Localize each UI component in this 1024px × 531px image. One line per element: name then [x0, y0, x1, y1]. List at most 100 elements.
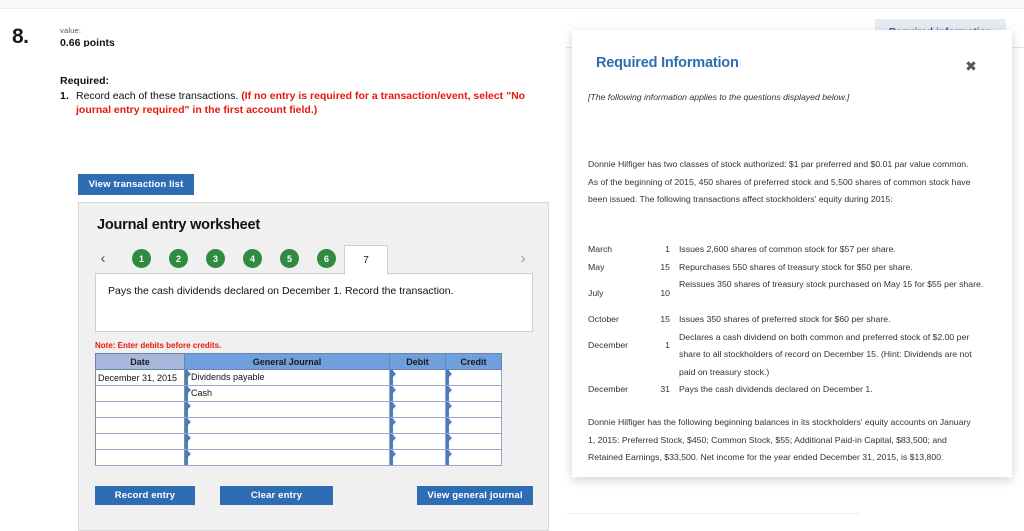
required-heading: Required: [60, 75, 110, 87]
transaction-list: March 1 Issues 2,600 shares of common st… [588, 241, 988, 399]
modal-intro-text: [The following information applies to th… [588, 92, 850, 102]
transaction-description: Reissues 350 shares of treasury stock pu… [679, 279, 984, 289]
list-item: December 1 Declares a cash dividend on b… [588, 329, 988, 382]
cell-credit-6[interactable] [445, 449, 502, 466]
cell-debit-1[interactable] [389, 369, 446, 386]
table-row [95, 433, 502, 450]
view-transaction-list-button[interactable]: View transaction list [78, 174, 194, 195]
cell-caret-icon [185, 402, 191, 417]
cell-credit-2[interactable] [445, 385, 502, 402]
pager-page-3[interactable]: 3 [206, 249, 225, 268]
cell-caret-icon [390, 370, 396, 385]
transaction-description-text: Pays the cash dividends declared on Dece… [108, 285, 454, 297]
transaction-description-box: Pays the cash dividends declared on Dece… [95, 273, 533, 332]
cell-caret-icon [446, 402, 452, 417]
journal-entry-table: Date General Journal Debit Credit Decemb… [95, 353, 502, 466]
table-row: December 31, 2015 Dividends payable [95, 369, 502, 386]
table-header-row: Date General Journal Debit Credit [95, 353, 502, 370]
transaction-month: December [588, 384, 629, 394]
transaction-month: December [588, 340, 629, 351]
cell-caret-icon [390, 434, 396, 449]
cell-caret-icon [390, 450, 396, 465]
transaction-description: Repurchases 550 shares of treasury stock… [679, 261, 913, 272]
list-item: October 15 Issues 350 shares of preferre… [588, 311, 988, 329]
worksheet-pager: ‹ 1 2 3 4 5 6 7 › [95, 245, 533, 275]
transaction-day: 31 [660, 384, 670, 394]
cell-date-5[interactable] [95, 433, 185, 450]
transaction-description: Pays the cash dividends declared on Dece… [679, 384, 873, 394]
column-header-general-journal: General Journal [184, 353, 390, 370]
cell-debit-5[interactable] [389, 433, 446, 450]
clear-entry-button[interactable]: Clear entry [220, 486, 333, 505]
cell-debit-2[interactable] [389, 385, 446, 402]
pager-page-7-active[interactable]: 7 [344, 245, 388, 275]
cell-account-1[interactable]: Dividends payable [184, 369, 390, 386]
cell-date-4[interactable] [95, 417, 185, 434]
pager-page-6[interactable]: 6 [317, 249, 336, 268]
cell-debit-6[interactable] [389, 449, 446, 466]
cell-account-2[interactable]: Cash [184, 385, 390, 402]
value-label: value: [60, 26, 82, 35]
cell-caret-icon [185, 434, 191, 449]
cell-account-3[interactable] [184, 401, 390, 418]
pager-page-5[interactable]: 5 [280, 249, 299, 268]
cell-date-6[interactable] [95, 449, 185, 466]
cell-caret-icon [185, 450, 191, 465]
journal-entry-worksheet-card: Journal entry worksheet ‹ 1 2 3 4 5 6 7 … [78, 202, 549, 531]
cell-credit-1[interactable] [445, 369, 502, 386]
table-row: Cash [95, 385, 502, 402]
column-header-debit: Debit [389, 353, 446, 370]
cell-debit-4[interactable] [389, 417, 446, 434]
pager-next-icon[interactable]: › [515, 250, 531, 268]
modal-title: Required Information [596, 55, 739, 71]
pager-page-2[interactable]: 2 [169, 249, 188, 268]
record-entry-button[interactable]: Record entry [95, 486, 195, 505]
transaction-description: Issues 2,600 shares of common stock for … [679, 244, 896, 254]
cell-date-1[interactable]: December 31, 2015 [95, 369, 185, 386]
worksheet-title: Journal entry worksheet [97, 217, 261, 233]
table-row [95, 417, 502, 434]
required-item-text: Record each of these transactions. [76, 90, 242, 102]
pager-page-1[interactable]: 1 [132, 249, 151, 268]
modal-paragraph-1: Donnie Hilfiger has two classes of stock… [588, 159, 971, 204]
question-number: 8. [12, 25, 29, 48]
cell-credit-4[interactable] [445, 417, 502, 434]
cell-credit-5[interactable] [445, 433, 502, 450]
cell-account-text-2: Cash [191, 388, 213, 398]
transaction-day: 1 [665, 244, 670, 254]
cell-caret-icon [390, 418, 396, 433]
close-icon[interactable]: ✖ [962, 57, 980, 75]
pager-prev-icon[interactable]: ‹ [95, 250, 111, 268]
list-item: May 15 Repurchases 550 shares of treasur… [588, 259, 988, 277]
cell-account-4[interactable] [184, 417, 390, 434]
required-item-number: 1. [60, 90, 69, 102]
view-general-journal-button[interactable]: View general journal [417, 486, 533, 505]
cell-account-6[interactable] [184, 449, 390, 466]
cell-caret-icon [390, 402, 396, 417]
pager-page-4[interactable]: 4 [243, 249, 262, 268]
required-information-modal: Required Information ✖ [The following in… [572, 30, 1012, 477]
list-item: March 1 Issues 2,600 shares of common st… [588, 241, 988, 259]
cell-caret-icon [446, 450, 452, 465]
transaction-description: Declares a cash dividend on both common … [679, 331, 972, 377]
transaction-day: 15 [660, 314, 670, 324]
modal-paragraph-2: Donnie Hilfiger has the following beginn… [588, 417, 971, 462]
transaction-month: May [588, 261, 605, 272]
table-row [95, 449, 502, 466]
cell-debit-3[interactable] [389, 401, 446, 418]
cell-credit-3[interactable] [445, 401, 502, 418]
cell-account-5[interactable] [184, 433, 390, 450]
list-item: July 10 Reissues 350 shares of treasury … [588, 276, 988, 311]
required-block: Required: 1. Record each of these transac… [60, 74, 530, 117]
cell-caret-icon [185, 386, 191, 401]
transaction-day: 1 [665, 340, 670, 351]
required-item-1: 1. Record each of these transactions. (If… [60, 89, 530, 117]
cell-account-text-1: Dividends payable [191, 372, 265, 382]
cell-date-2[interactable] [95, 385, 185, 402]
cell-caret-icon [446, 386, 452, 401]
column-header-credit: Credit [445, 353, 502, 370]
table-row [95, 401, 502, 418]
cell-date-3[interactable] [95, 401, 185, 418]
transaction-month: July [588, 287, 604, 298]
cell-caret-icon [446, 434, 452, 449]
